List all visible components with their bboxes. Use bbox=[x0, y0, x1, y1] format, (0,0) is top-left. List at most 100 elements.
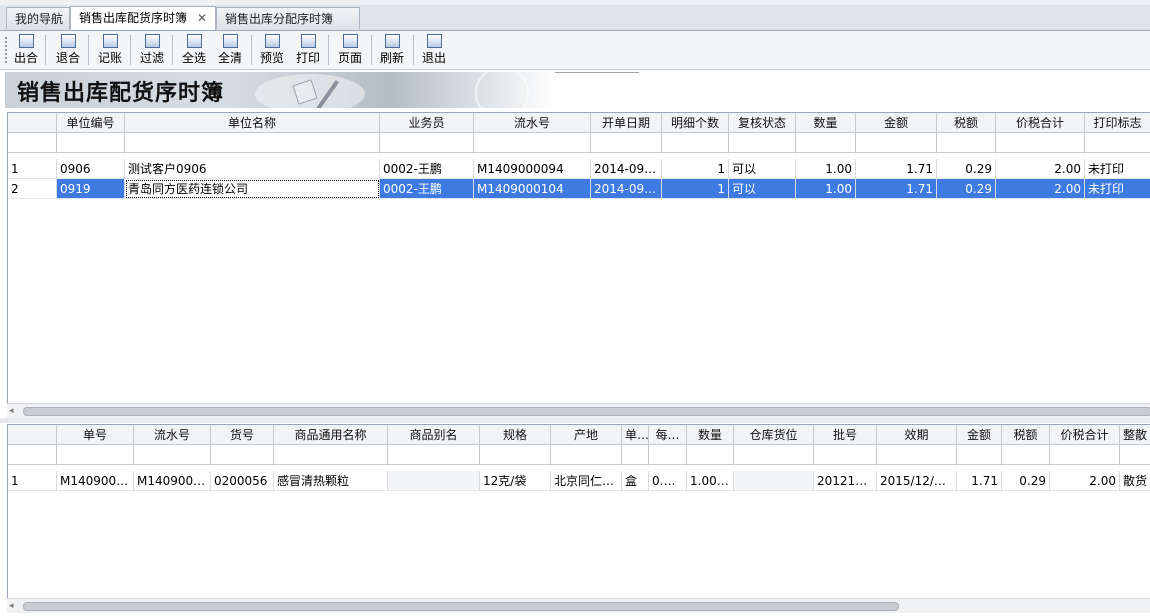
filter-button[interactable]: 过滤 bbox=[136, 32, 168, 67]
filter-cell[interactable] bbox=[57, 445, 134, 465]
column-header[interactable]: 仓库货位 bbox=[734, 425, 814, 445]
origin-cell[interactable]: 北京同仁… bbox=[551, 471, 622, 491]
review-status-cell[interactable]: 可以 bbox=[729, 159, 796, 179]
salesperson-cell[interactable]: 0002-王鹏 bbox=[380, 159, 474, 179]
filter-cell[interactable] bbox=[649, 445, 687, 465]
filter-cell[interactable] bbox=[8, 133, 57, 153]
detail-grid[interactable]: 单号 流水号 货号 商品通用名称 商品别名 规格 产地 单… 每… 数量 仓库货… bbox=[7, 424, 1150, 600]
page-setup-button[interactable]: 页面 bbox=[334, 32, 366, 67]
table-row[interactable]: 1 M1409000… M1409000… 0200056 感冒清热颗粒 12克… bbox=[8, 471, 1150, 491]
column-header[interactable]: 数量 bbox=[796, 113, 856, 133]
column-header[interactable]: 单位名称 bbox=[125, 113, 380, 133]
order-number-cell[interactable]: M1409000… bbox=[57, 471, 134, 491]
column-header[interactable]: 单位编号 bbox=[57, 113, 125, 133]
detail-count-cell[interactable]: 1 bbox=[662, 159, 729, 179]
filter-cell[interactable] bbox=[8, 445, 57, 465]
filter-cell[interactable] bbox=[622, 445, 649, 465]
column-header[interactable] bbox=[8, 113, 57, 133]
column-header[interactable]: 业务员 bbox=[380, 113, 474, 133]
serial-number-cell[interactable]: M1409000104 bbox=[474, 179, 591, 199]
filter-cell[interactable] bbox=[480, 445, 551, 465]
filter-cell[interactable] bbox=[687, 445, 734, 465]
column-header[interactable]: 货号 bbox=[211, 425, 274, 445]
column-header[interactable]: 价税合计 bbox=[1050, 425, 1120, 445]
post-button[interactable]: 记账 bbox=[94, 32, 126, 67]
filter-cell[interactable] bbox=[1002, 445, 1050, 465]
filter-cell[interactable] bbox=[591, 133, 662, 153]
column-header[interactable] bbox=[8, 425, 57, 445]
amount-cell[interactable]: 1.71 bbox=[957, 471, 1002, 491]
total-cell[interactable]: 2.00 bbox=[996, 179, 1085, 199]
filter-cell[interactable] bbox=[796, 133, 856, 153]
generic-name-cell[interactable]: 感冒清热颗粒 bbox=[274, 471, 388, 491]
column-header[interactable]: 流水号 bbox=[134, 425, 211, 445]
total-cell[interactable]: 2.00 bbox=[996, 159, 1085, 179]
column-header[interactable]: 税额 bbox=[1002, 425, 1050, 445]
column-header[interactable]: 整散 bbox=[1120, 425, 1150, 445]
unit-code-cell[interactable]: 0919 bbox=[57, 179, 125, 199]
select-all-button[interactable]: 全选 bbox=[178, 32, 210, 67]
table-row-selected[interactable]: 2 0919 青岛同方医药连锁公司 0002-王鹏 M1409000104 20… bbox=[8, 179, 1150, 199]
quantity-cell[interactable]: 1.00 bbox=[796, 179, 856, 199]
detail-grid-scrollbar[interactable]: ◂ bbox=[7, 598, 1150, 613]
filter-cell[interactable] bbox=[856, 133, 937, 153]
refresh-button[interactable]: 刷新 bbox=[376, 32, 408, 67]
column-header[interactable]: 单… bbox=[622, 425, 649, 445]
filter-cell[interactable] bbox=[662, 133, 729, 153]
tax-cell[interactable]: 0.29 bbox=[1002, 471, 1050, 491]
per-unit-cell[interactable]: 0.0… bbox=[649, 471, 687, 491]
warehouse-location-cell[interactable] bbox=[734, 471, 814, 491]
unit-name-cell[interactable]: 青岛同方医药连锁公司 bbox=[125, 179, 380, 199]
column-header[interactable]: 商品别名 bbox=[388, 425, 480, 445]
column-header[interactable]: 商品通用名称 bbox=[274, 425, 388, 445]
bulk-flag-cell[interactable]: 散货 bbox=[1120, 471, 1150, 491]
filter-cell[interactable] bbox=[274, 445, 388, 465]
close-tab-icon[interactable]: ✕ bbox=[197, 11, 207, 25]
tax-cell[interactable]: 0.29 bbox=[937, 179, 996, 199]
filter-cell[interactable] bbox=[1050, 445, 1120, 465]
filter-cell[interactable] bbox=[1120, 445, 1150, 465]
pane-splitter[interactable] bbox=[0, 418, 1150, 423]
salesperson-cell[interactable]: 0002-王鹏 bbox=[380, 179, 474, 199]
column-header[interactable]: 金额 bbox=[856, 113, 937, 133]
clear-all-button[interactable]: 全清 bbox=[214, 32, 246, 67]
item-code-cell[interactable]: 0200056 bbox=[211, 471, 274, 491]
column-header[interactable]: 金额 bbox=[957, 425, 1002, 445]
filter-cell[interactable] bbox=[734, 445, 814, 465]
column-header[interactable]: 流水号 bbox=[474, 113, 591, 133]
tab-my-navigation[interactable]: 我的导航 bbox=[6, 7, 70, 29]
toolbar-grip[interactable] bbox=[5, 37, 9, 63]
quantity-cell[interactable]: 1.00… bbox=[687, 471, 734, 491]
total-cell[interactable]: 2.00 bbox=[1050, 471, 1120, 491]
print-button[interactable]: 打印 bbox=[292, 32, 324, 67]
filter-cell[interactable] bbox=[380, 133, 474, 153]
filter-cell[interactable] bbox=[57, 133, 125, 153]
unit-code-cell[interactable]: 0906 bbox=[57, 159, 125, 179]
preview-button[interactable]: 预览 bbox=[256, 32, 288, 67]
date-cell[interactable]: 2014-09-20 bbox=[591, 179, 662, 199]
filter-cell[interactable] bbox=[474, 133, 591, 153]
column-header[interactable]: 数量 bbox=[687, 425, 734, 445]
quantity-cell[interactable]: 1.00 bbox=[796, 159, 856, 179]
column-header[interactable]: 单号 bbox=[57, 425, 134, 445]
date-cell[interactable]: 2014-09-16 bbox=[591, 159, 662, 179]
column-header[interactable]: 产地 bbox=[551, 425, 622, 445]
filter-cell[interactable] bbox=[957, 445, 1002, 465]
filter-cell[interactable] bbox=[211, 445, 274, 465]
filter-cell[interactable] bbox=[134, 445, 211, 465]
scroll-left-icon[interactable]: ◂ bbox=[9, 601, 14, 611]
column-header[interactable]: 规格 bbox=[480, 425, 551, 445]
tab-sales-outbound-picking[interactable]: 销售出库配货序时簿 ✕ bbox=[70, 6, 216, 30]
serial-number-cell[interactable]: M1409000094 bbox=[474, 159, 591, 179]
column-header[interactable]: 税额 bbox=[937, 113, 996, 133]
column-header[interactable]: 价税合计 bbox=[996, 113, 1085, 133]
unit-name-cell[interactable]: 测试客户0906 bbox=[125, 159, 380, 179]
amount-cell[interactable]: 1.71 bbox=[856, 159, 937, 179]
expiry-cell[interactable]: 2015/12/1… bbox=[877, 471, 957, 491]
unit-cell[interactable]: 盒 bbox=[622, 471, 649, 491]
review-status-cell[interactable]: 可以 bbox=[729, 179, 796, 199]
return-button[interactable]: 退合 bbox=[52, 32, 84, 67]
column-header[interactable]: 打印标志 bbox=[1085, 113, 1150, 133]
spec-cell[interactable]: 12克/袋 bbox=[480, 471, 551, 491]
tax-cell[interactable]: 0.29 bbox=[937, 159, 996, 179]
